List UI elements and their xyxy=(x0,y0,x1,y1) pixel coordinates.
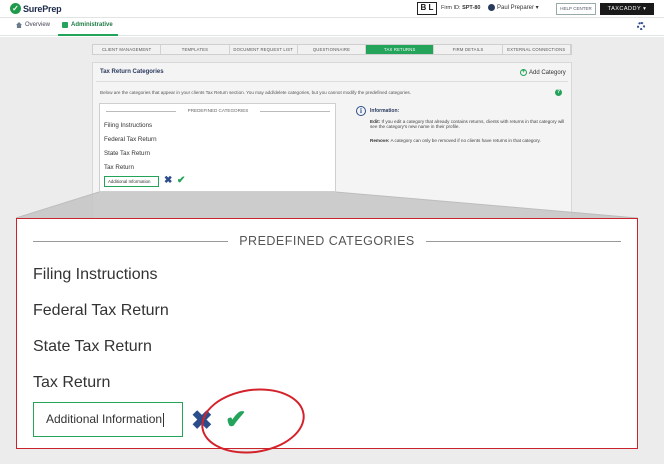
user-menu[interactable]: Paul Preparer ▾ xyxy=(488,4,539,11)
info-remove: Remove: A category can only be removed i… xyxy=(370,138,566,143)
zoomed-categories-panel: PREDEFINED CATEGORIES Filing Instruction… xyxy=(16,218,638,460)
sureprep-logo[interactable]: ✓ SurePrep xyxy=(10,3,62,14)
section-title: Tax Return Categories xyxy=(100,69,164,75)
tab-questionnaire[interactable]: Questionnaire xyxy=(297,45,367,54)
firm-id-label: Firm ID: xyxy=(441,5,461,11)
category-item: Federal Tax Return xyxy=(33,302,169,319)
info-icon: i xyxy=(356,106,366,116)
logo-check-icon: ✓ xyxy=(10,3,21,14)
add-category-label: Add Category xyxy=(529,69,566,76)
main-nav: Overview Administrative xyxy=(0,18,664,36)
admin-icon xyxy=(62,22,68,28)
info-edit-text: If you edit a category that already cont… xyxy=(370,119,565,129)
category-item: Tax Return xyxy=(33,374,111,391)
admin-tabs: Client Management Templates Document Req… xyxy=(92,44,572,55)
section-description: Below are the categories that appear in … xyxy=(100,90,411,95)
confirm-check-icon[interactable]: ✔ xyxy=(177,175,185,187)
info-edit: Edit: If you edit a category that alread… xyxy=(370,119,566,129)
category-item: Tax Return xyxy=(104,164,134,171)
firm-id: Firm ID: SPT-80 xyxy=(441,5,480,11)
nav-overview-label: Overview xyxy=(25,22,51,28)
nav-administrative-label: Administrative xyxy=(71,22,113,28)
tab-tax-returns[interactable]: Tax Returns xyxy=(366,45,435,54)
help-icon[interactable]: ? xyxy=(555,89,562,96)
tab-document-request-list[interactable]: Document Request List xyxy=(229,45,298,54)
zoom-input-value: Additional Information xyxy=(46,412,163,426)
highlight-ellipse xyxy=(197,382,309,460)
cancel-x-icon[interactable]: ✖ xyxy=(164,175,172,187)
tab-firm-details[interactable]: Firm Details xyxy=(434,45,503,54)
category-item: State Tax Return xyxy=(104,150,150,157)
logo-text: SurePrep xyxy=(23,3,62,14)
nav-overview[interactable]: Overview xyxy=(16,22,50,28)
help-center-button[interactable]: HELP CENTER xyxy=(556,3,596,15)
firm-badge: B L xyxy=(417,2,437,15)
add-category-button[interactable]: + Add Category xyxy=(520,69,566,76)
top-header: ✓ SurePrep B L Firm ID: SPT-80 Paul Prep… xyxy=(0,0,664,18)
gear-icon[interactable] xyxy=(637,22,645,30)
plus-icon: + xyxy=(520,69,527,76)
nav-active-indicator xyxy=(58,34,118,36)
tab-external-connections[interactable]: External Connections xyxy=(502,45,571,54)
tab-templates[interactable]: Templates xyxy=(161,45,230,54)
home-icon xyxy=(16,22,22,28)
firm-id-value: SPT-80 xyxy=(462,5,481,11)
info-remove-text: A category can only be removed if no cli… xyxy=(390,138,541,143)
category-item: Filing Instructions xyxy=(33,266,158,283)
new-category-input[interactable]: Additional Information xyxy=(104,176,159,187)
category-item: Federal Tax Return xyxy=(104,136,157,143)
zoom-new-category-input[interactable]: Additional Information xyxy=(33,402,183,437)
text-caret xyxy=(163,412,165,427)
predefined-categories-heading: PREDEFINED CATEGORIES xyxy=(106,108,330,113)
info-title: Information: xyxy=(370,108,400,114)
taxcaddy-button[interactable]: TAXCADDY ▾ xyxy=(600,3,654,15)
user-name: Paul Preparer ▾ xyxy=(497,5,539,11)
category-item: Filing Instructions xyxy=(104,122,153,129)
tab-client-management[interactable]: Client Management xyxy=(93,45,162,54)
predefined-categories-box: PREDEFINED CATEGORIES Filing Instruction… xyxy=(99,103,336,192)
user-icon xyxy=(488,4,495,11)
zoom-heading: PREDEFINED CATEGORIES xyxy=(33,232,621,250)
info-remove-label: Remove: xyxy=(370,138,390,143)
heading-rule-right xyxy=(426,241,621,242)
section-divider xyxy=(96,81,568,82)
nav-administrative[interactable]: Administrative xyxy=(62,22,113,28)
category-item: State Tax Return xyxy=(33,338,152,355)
